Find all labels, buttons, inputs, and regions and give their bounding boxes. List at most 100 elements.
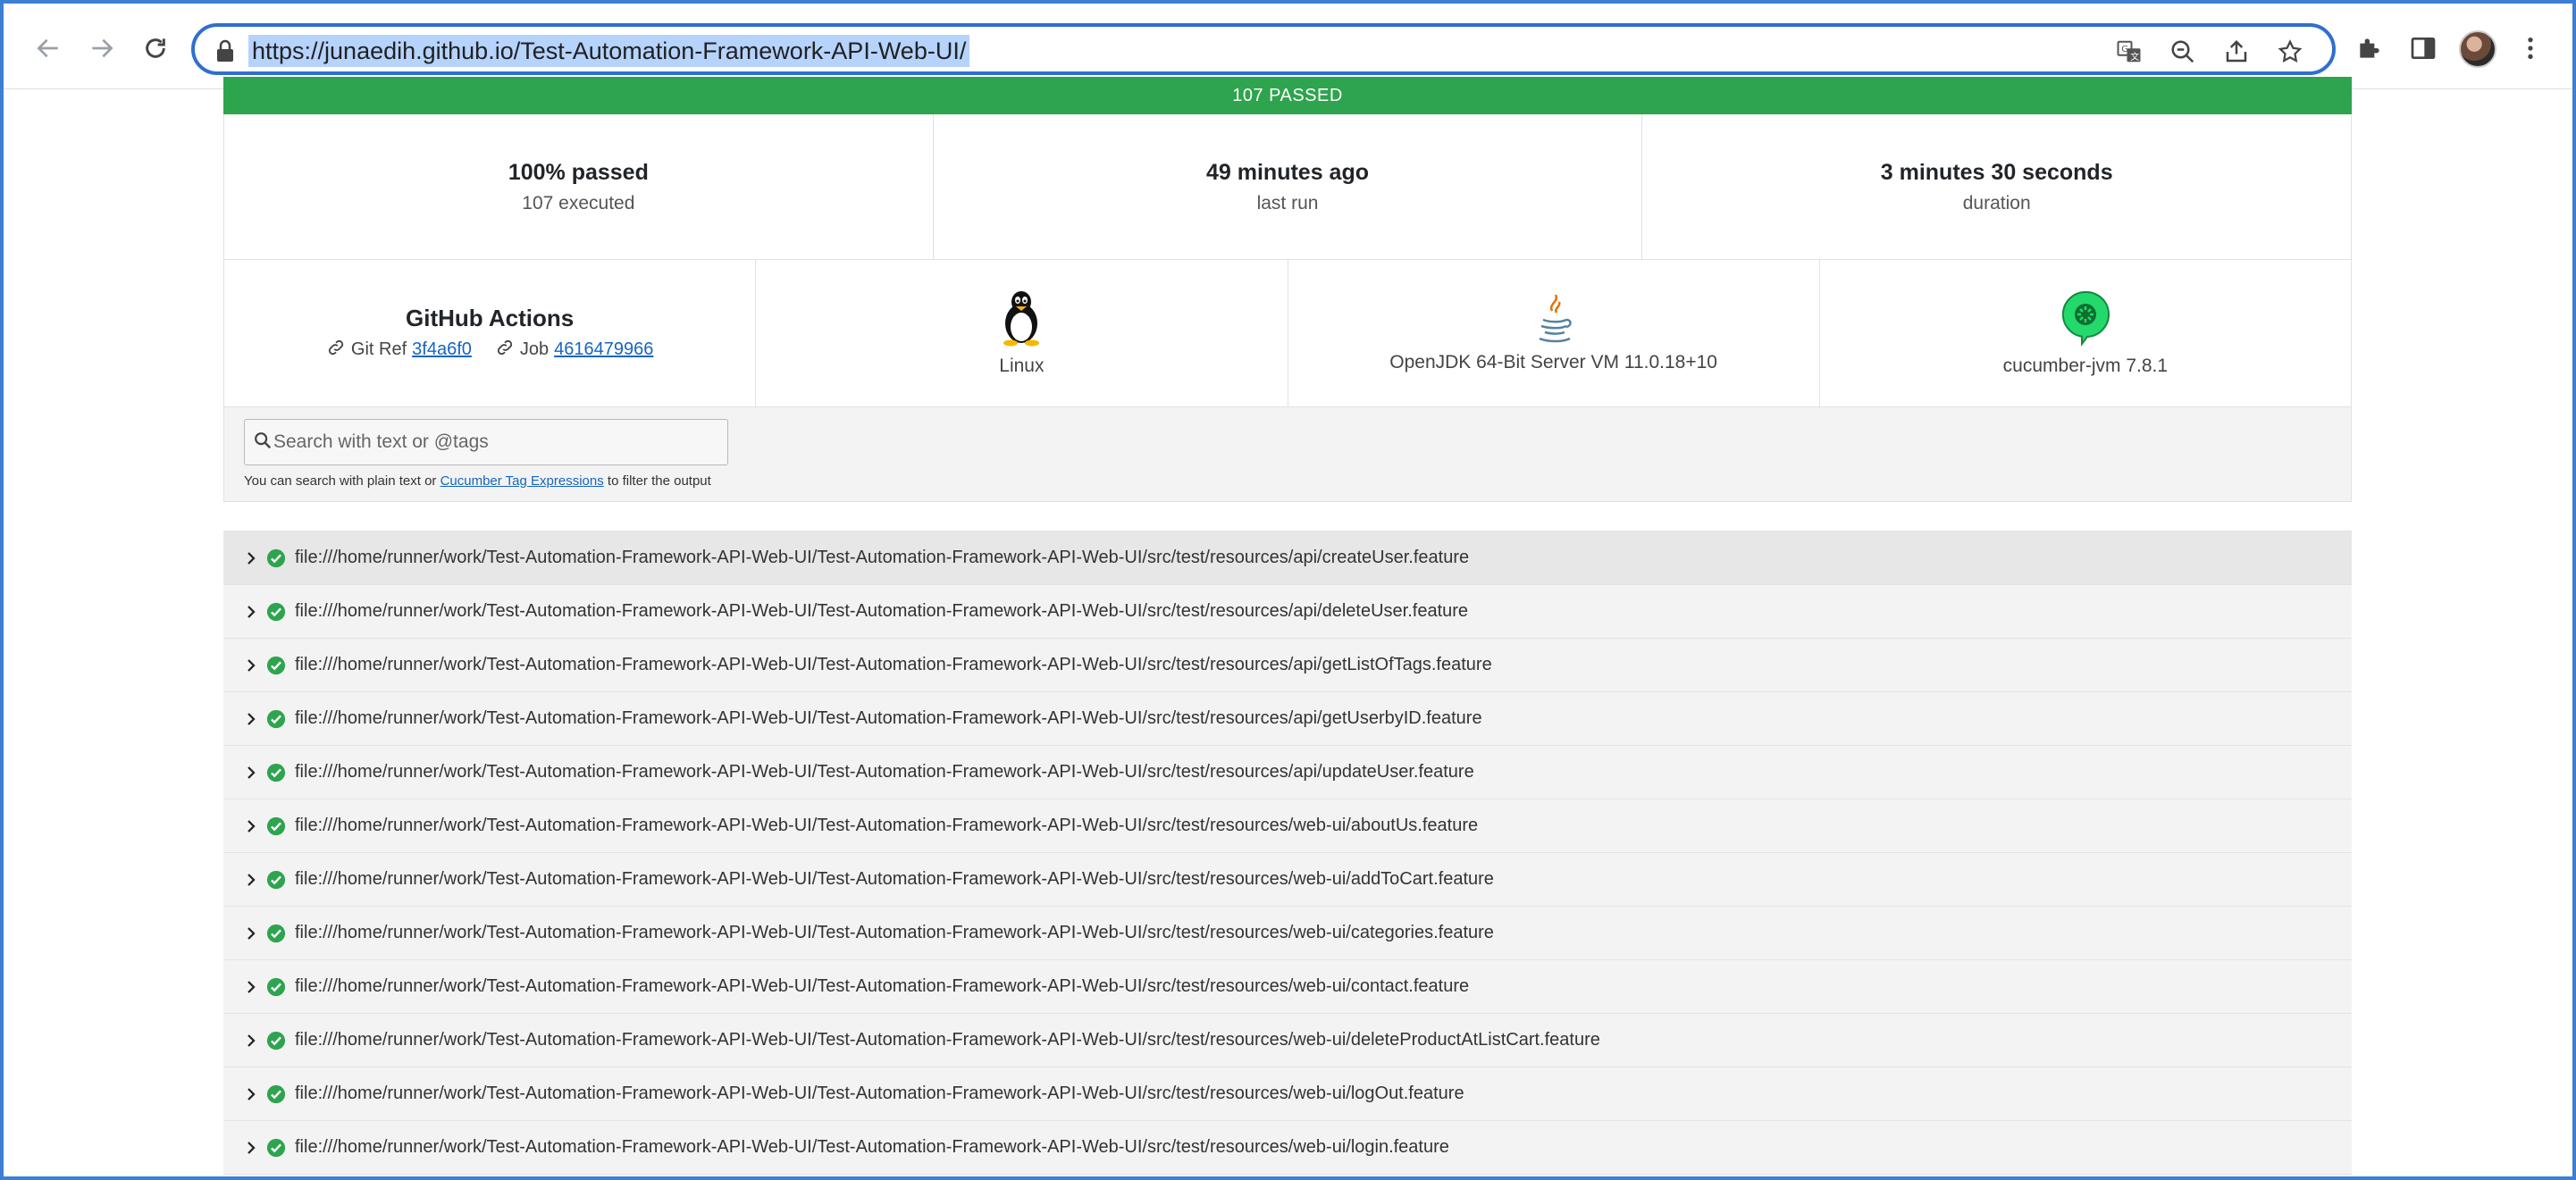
search-field[interactable]: [244, 419, 728, 465]
search-help-suffix: to filter the output: [607, 473, 711, 489]
feature-row[interactable]: file:///home/runner/work/Test-Automation…: [223, 692, 2352, 746]
cucumber-icon: [2061, 290, 2110, 347]
chevron-right-icon[interactable]: [241, 977, 261, 997]
ci-info: GitHub Actions Git Ref 3f4a6f0 Job 46164…: [224, 260, 757, 406]
os-info: Linux: [756, 260, 1288, 406]
passed-check-icon: [266, 709, 286, 729]
stat-duration: 3 minutes 30 seconds duration: [1642, 114, 2351, 259]
feature-path[interactable]: file:///home/runner/work/Test-Automation…: [295, 708, 1482, 729]
feature-path[interactable]: file:///home/runner/work/Test-Automation…: [295, 1084, 1464, 1104]
runtime-info: OpenJDK 64-Bit Server VM 11.0.18+10: [1288, 260, 1820, 406]
stat-value: 49 minutes ago: [1206, 159, 1369, 185]
stat-value: 3 minutes 30 seconds: [1880, 159, 2113, 185]
feature-path[interactable]: file:///home/runner/work/Test-Automation…: [295, 1030, 1600, 1050]
passed-check-icon: [266, 924, 286, 943]
chevron-right-icon[interactable]: [241, 1138, 261, 1158]
passed-check-icon: [266, 1138, 286, 1158]
feature-path[interactable]: file:///home/runner/work/Test-Automation…: [295, 762, 1474, 782]
passed-check-icon: [266, 548, 286, 568]
chevron-right-icon[interactable]: [241, 1031, 261, 1050]
bookmark-button[interactable]: [2273, 35, 2307, 69]
passed-check-icon: [266, 870, 286, 890]
linux-tux-icon: [1003, 291, 1040, 347]
stat-label: last run: [1256, 192, 1319, 213]
chevron-right-icon[interactable]: [241, 924, 261, 943]
svg-text:文: 文: [2130, 51, 2139, 63]
feature-path[interactable]: file:///home/runner/work/Test-Automation…: [295, 869, 1494, 890]
chevron-right-icon[interactable]: [241, 602, 261, 622]
share-icon: [2226, 39, 2247, 63]
runtime-name: OpenJDK 64-Bit Server VM 11.0.18+10: [1389, 352, 1717, 372]
feature-path[interactable]: file:///home/runner/work/Test-Automation…: [295, 816, 1478, 836]
feature-row[interactable]: file:///home/runner/work/Test-Automation…: [223, 960, 2352, 1014]
feature-path[interactable]: file:///home/runner/work/Test-Automation…: [295, 601, 1468, 622]
summary-stats: 100% passed 107 executed 49 minutes ago …: [223, 114, 2352, 260]
svg-text:G: G: [2121, 45, 2128, 54]
chevron-right-icon[interactable]: [241, 763, 261, 782]
back-arrow-icon: [37, 38, 58, 58]
passed-check-icon: [266, 816, 286, 836]
stat-label: duration: [1962, 192, 2031, 213]
link-icon: [326, 338, 346, 363]
lock-icon[interactable]: [214, 38, 236, 63]
feature-path[interactable]: file:///home/runner/work/Test-Automation…: [295, 976, 1469, 997]
zoom-button[interactable]: [2166, 35, 2200, 69]
feature-row[interactable]: file:///home/runner/work/Test-Automation…: [223, 1121, 2352, 1175]
passed-check-icon: [266, 763, 286, 782]
feature-list: file:///home/runner/work/Test-Automation…: [223, 531, 2352, 1175]
zoom-out-icon: [2171, 40, 2194, 63]
job-link[interactable]: 4616479966: [554, 339, 653, 360]
git-ref-link[interactable]: 3f4a6f0: [412, 339, 472, 360]
stat-value: 100% passed: [508, 159, 649, 185]
ci-meta: Git Ref 3f4a6f0 Job 4616479966: [326, 338, 653, 363]
forward-arrow-icon: [92, 38, 113, 58]
chevron-right-icon[interactable]: [241, 816, 261, 836]
tag-expressions-link[interactable]: Cucumber Tag Expressions: [441, 473, 604, 489]
share-button[interactable]: [2219, 35, 2253, 69]
feature-row[interactable]: file:///home/runner/work/Test-Automation…: [223, 531, 2352, 585]
forward-button[interactable]: [77, 23, 127, 73]
feature-row[interactable]: file:///home/runner/work/Test-Automation…: [223, 799, 2352, 853]
stat-last-run: 49 minutes ago last run: [934, 114, 1643, 259]
feature-row[interactable]: file:///home/runner/work/Test-Automation…: [223, 907, 2352, 960]
feature-row[interactable]: file:///home/runner/work/Test-Automation…: [223, 853, 2352, 907]
reload-button[interactable]: [130, 23, 180, 73]
address-bar[interactable]: https://junaedih.github.io/Test-Automati…: [191, 23, 2336, 75]
passed-banner: 107 PASSED: [223, 77, 2352, 114]
chevron-right-icon[interactable]: [241, 548, 261, 568]
search-icon: [255, 432, 272, 449]
passed-check-icon: [266, 1031, 286, 1050]
link-icon: [495, 338, 515, 363]
profile-avatar[interactable]: [2459, 30, 2496, 68]
search-help: You can search with plain text or Cucumb…: [244, 473, 711, 489]
search-input[interactable]: [273, 427, 720, 457]
feature-row[interactable]: file:///home/runner/work/Test-Automation…: [223, 746, 2352, 799]
os-name: Linux: [999, 356, 1045, 376]
search-help-prefix: You can search with plain text or: [244, 473, 437, 489]
passed-check-icon: [266, 1084, 286, 1104]
feature-row[interactable]: file:///home/runner/work/Test-Automation…: [223, 639, 2352, 692]
feature-path[interactable]: file:///home/runner/work/Test-Automation…: [295, 1137, 1449, 1158]
back-button[interactable]: [23, 23, 73, 73]
translate-button[interactable]: G文: [2112, 35, 2146, 69]
side-panel-button[interactable]: [2402, 27, 2445, 70]
star-icon: [2278, 39, 2303, 63]
chevron-right-icon[interactable]: [241, 709, 261, 729]
feature-path[interactable]: file:///home/runner/work/Test-Automation…: [295, 923, 1494, 943]
environment-info: GitHub Actions Git Ref 3f4a6f0 Job 46164…: [223, 260, 2352, 407]
url-text[interactable]: https://junaedih.github.io/Test-Automati…: [248, 35, 970, 67]
menu-button[interactable]: [2509, 27, 2552, 70]
implementation-name: cucumber-jvm 7.8.1: [2002, 356, 2169, 376]
feature-row[interactable]: file:///home/runner/work/Test-Automation…: [223, 1014, 2352, 1067]
implementation-info: cucumber-jvm 7.8.1: [1820, 260, 2351, 406]
passed-check-icon: [266, 602, 286, 622]
java-icon: [1539, 294, 1572, 343]
chevron-right-icon[interactable]: [241, 1084, 261, 1104]
feature-path[interactable]: file:///home/runner/work/Test-Automation…: [295, 655, 1492, 675]
feature-row[interactable]: file:///home/runner/work/Test-Automation…: [223, 1067, 2352, 1121]
chevron-right-icon[interactable]: [241, 870, 261, 890]
feature-path[interactable]: file:///home/runner/work/Test-Automation…: [295, 548, 1469, 568]
feature-row[interactable]: file:///home/runner/work/Test-Automation…: [223, 585, 2352, 639]
extensions-button[interactable]: [2348, 27, 2391, 70]
chevron-right-icon[interactable]: [241, 656, 261, 675]
